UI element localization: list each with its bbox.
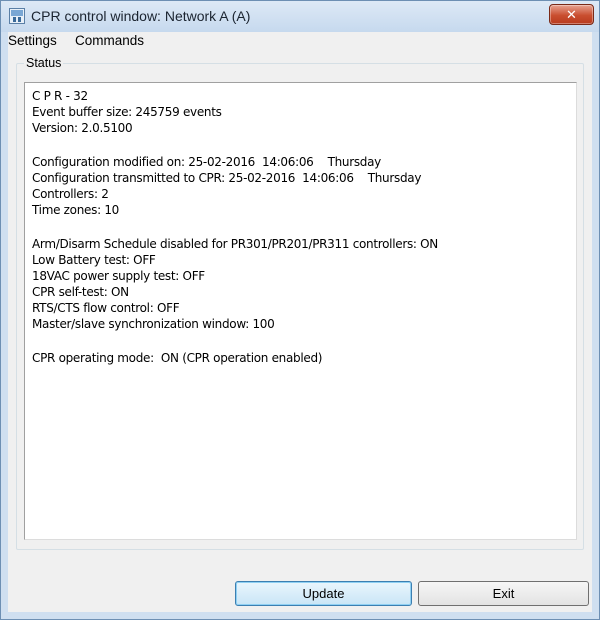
status-line: 18VAC power supply test: OFF: [32, 269, 205, 283]
close-button[interactable]: ✕: [549, 4, 594, 25]
status-group-label: Status: [24, 56, 64, 70]
status-line: CPR operating mode: ON (CPR operation en…: [32, 351, 323, 365]
status-line: Version: 2.0.5100: [32, 121, 133, 135]
status-line: Controllers: 2: [32, 187, 109, 201]
status-text-area[interactable]: C P R - 32 Event buffer size: 245759 eve…: [24, 82, 577, 540]
client-area: Settings Commands Status C P R - 32 Even…: [8, 32, 592, 612]
close-icon: ✕: [566, 6, 577, 22]
status-line: CPR self-test: ON: [32, 285, 129, 299]
title-bar[interactable]: CPR control window: Network A (A) ✕: [1, 1, 599, 32]
window-title: CPR control window: Network A (A): [31, 8, 251, 24]
cpr-control-window: CPR control window: Network A (A) ✕ Sett…: [0, 0, 600, 620]
status-line: Event buffer size: 245759 events: [32, 105, 222, 119]
status-groupbox: Status C P R - 32 Event buffer size: 245…: [16, 56, 584, 550]
status-line: Time zones: 10: [32, 203, 119, 217]
status-line: C P R - 32: [32, 89, 88, 103]
status-line: Configuration transmitted to CPR: 25-02-…: [32, 171, 422, 185]
status-line: Configuration modified on: 25-02-2016 14…: [32, 155, 381, 169]
update-button[interactable]: Update: [235, 581, 412, 606]
menu-commands[interactable]: Commands: [75, 33, 144, 48]
exit-button[interactable]: Exit: [418, 581, 589, 606]
menu-bar: Settings Commands: [8, 32, 592, 51]
menu-settings[interactable]: Settings: [8, 33, 57, 48]
status-line: RTS/CTS flow control: OFF: [32, 301, 180, 315]
network-app-icon: [9, 8, 25, 24]
status-line: Arm/Disarm Schedule disabled for PR301/P…: [32, 237, 438, 251]
status-line: Low Battery test: OFF: [32, 253, 156, 267]
status-line: Master/slave synchronization window: 100: [32, 317, 275, 331]
